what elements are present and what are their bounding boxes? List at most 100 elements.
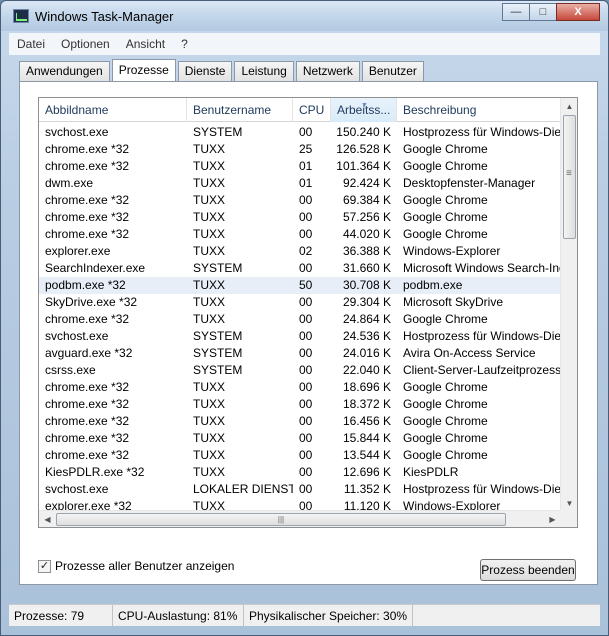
process-user: TUXX <box>193 159 226 173</box>
process-row[interactable]: chrome.exe *32 TUXX 00 57.256 K Google Chrom… <box>39 209 561 226</box>
maximize-button[interactable]: □ <box>529 3 557 21</box>
task-manager-window: Windows Task-Manager — □ X Datei Optione… <box>0 0 609 636</box>
process-row[interactable]: chrome.exe *32 TUXX 00 18.696 K Google Chrom… <box>39 379 561 396</box>
menu-optionen[interactable]: Optionen <box>53 33 118 55</box>
process-cpu: 00 <box>299 363 313 377</box>
show-all-users-option[interactable]: ✓ Prozesse aller Benutzer anzeigen <box>38 559 234 573</box>
process-row[interactable]: chrome.exe *32 TUXX 00 44.020 K Google Chrom… <box>39 226 561 243</box>
process-row[interactable]: podbm.exe *32 TUXX 50 30.708 K podbm.exe <box>39 277 561 294</box>
process-row[interactable]: chrome.exe *32 TUXX 25 126.528 K Google Chro… <box>39 141 561 158</box>
process-name: chrome.exe *32 <box>45 380 130 394</box>
process-user: TUXX <box>193 414 226 428</box>
process-description: Google Chrome <box>403 227 488 241</box>
column-header-arbeitsspeicher[interactable]: ▼ Arbeitss... <box>331 98 397 122</box>
process-user: TUXX <box>193 210 226 224</box>
window-title: Windows Task-Manager <box>35 9 174 24</box>
column-header-abbildname[interactable]: Abbildname <box>39 98 187 122</box>
vertical-scrollbar[interactable]: ▲ ▼ <box>560 98 577 512</box>
process-name: chrome.exe *32 <box>45 159 130 173</box>
scroll-right-arrow-icon[interactable]: ▶ <box>544 511 561 527</box>
process-memory: 29.304 K <box>342 295 391 309</box>
title-bar[interactable]: Windows Task-Manager — □ X <box>1 1 608 31</box>
process-name: chrome.exe *32 <box>45 448 130 462</box>
process-row[interactable]: avguard.exe *32 SYSTEM 00 24.016 K Avira On-… <box>39 345 561 362</box>
process-description: Desktopfenster-Manager <box>403 176 536 190</box>
process-name: avguard.exe *32 <box>45 346 133 360</box>
process-name: chrome.exe *32 <box>45 312 130 326</box>
process-memory: 126.528 K <box>336 142 391 156</box>
status-processes: Prozesse: 79 <box>9 605 113 626</box>
process-memory: 101.364 K <box>336 159 391 173</box>
tab-netzwerk[interactable]: Netzwerk <box>295 61 360 81</box>
process-user: SYSTEM <box>193 329 243 343</box>
process-description: Hostprozess für Windows-Dienste <box>403 125 561 139</box>
process-row[interactable]: chrome.exe *32 TUXX 00 13.544 K Google Chrom… <box>39 447 561 464</box>
process-row[interactable]: chrome.exe *32 TUXX 01 101.364 K Google Chro… <box>39 158 561 175</box>
process-name: chrome.exe *32 <box>45 210 130 224</box>
process-row[interactable]: chrome.exe *32 TUXX 00 69.384 K Google Chrom… <box>39 192 561 209</box>
process-description: Google Chrome <box>403 397 488 411</box>
process-cpu: 00 <box>299 227 313 241</box>
tab-anwendungen[interactable]: Anwendungen <box>19 61 110 81</box>
menu-datei[interactable]: Datei <box>9 33 53 55</box>
horizontal-scrollbar[interactable]: ◀ ||| ▶ <box>39 510 561 527</box>
show-all-users-checkbox[interactable]: ✓ <box>38 559 51 573</box>
process-memory: 12.696 K <box>342 465 391 479</box>
process-row[interactable]: csrss.exe SYSTEM 00 22.040 K Client-Server-L… <box>39 362 561 379</box>
process-user: TUXX <box>193 448 226 462</box>
process-user: SYSTEM <box>193 261 243 275</box>
process-memory: 92.424 K <box>342 176 391 190</box>
process-row[interactable]: SkyDrive.exe *32 TUXX 00 29.304 K Microsoft … <box>39 294 561 311</box>
process-cpu: 00 <box>299 380 313 394</box>
process-description: Google Chrome <box>403 448 488 462</box>
process-cpu: 01 <box>299 176 313 190</box>
column-header-beschreibung[interactable]: Beschreibung <box>397 98 561 122</box>
process-name: chrome.exe *32 <box>45 431 130 445</box>
process-row[interactable]: KiesPDLR.exe *32 TUXX 00 12.696 K KiesPDLR <box>39 464 561 481</box>
process-cpu: 00 <box>299 329 313 343</box>
status-physical-memory: Physikalischer Speicher: 30% <box>244 605 414 626</box>
process-description: Hostprozess für Windows-Dienste <box>403 329 561 343</box>
process-row[interactable]: svchost.exe SYSTEM 00 24.536 K Hostprozess f… <box>39 328 561 345</box>
scroll-left-arrow-icon[interactable]: ◀ <box>39 511 56 527</box>
process-cpu: 00 <box>299 448 313 462</box>
process-user: LOKALER DIENST <box>193 482 293 496</box>
process-memory: 13.544 K <box>342 448 391 462</box>
process-row[interactable]: chrome.exe *32 TUXX 00 24.864 K Google Chrom… <box>39 311 561 328</box>
vertical-scroll-thumb[interactable] <box>563 115 576 239</box>
process-cpu: 00 <box>299 397 313 411</box>
process-user: TUXX <box>193 278 226 292</box>
process-row[interactable]: SearchIndexer.exe SYSTEM 00 31.660 K Microso… <box>39 260 561 277</box>
process-row[interactable]: chrome.exe *32 TUXX 00 18.372 K Google Chrom… <box>39 396 561 413</box>
tab-leistung[interactable]: Leistung <box>234 61 294 81</box>
process-description: Google Chrome <box>403 312 488 326</box>
process-row[interactable]: svchost.exe SYSTEM 00 150.240 K Hostprozess … <box>39 124 561 141</box>
process-row[interactable]: dwm.exe TUXX 01 92.424 K Desktopfenster-Mana… <box>39 175 561 192</box>
process-cpu: 00 <box>299 210 313 224</box>
horizontal-scroll-thumb[interactable]: ||| <box>56 513 506 526</box>
column-header-cpu[interactable]: CPU <box>293 98 331 122</box>
tab-prozesse[interactable]: Prozesse <box>111 59 176 81</box>
close-button[interactable]: X <box>556 3 600 21</box>
process-user: TUXX <box>193 465 226 479</box>
process-memory: 24.536 K <box>342 329 391 343</box>
process-cpu: 25 <box>299 142 313 156</box>
tab-benutzer[interactable]: Benutzer <box>361 61 424 81</box>
scroll-up-arrow-icon[interactable]: ▲ <box>561 98 577 115</box>
process-memory: 31.660 K <box>342 261 391 275</box>
process-description: Hostprozess für Windows-Dienste <box>403 482 561 496</box>
tab-dienste[interactable]: Dienste <box>177 61 233 81</box>
process-description: Google Chrome <box>403 380 488 394</box>
process-name: SkyDrive.exe *32 <box>45 295 138 309</box>
minimize-button[interactable]: — <box>502 3 530 21</box>
process-row[interactable]: explorer.exe TUXX 02 36.388 K Windows-Explor… <box>39 243 561 260</box>
end-process-button[interactable]: Prozess beenden <box>480 559 576 581</box>
process-description: Google Chrome <box>403 159 488 173</box>
process-cpu: 02 <box>299 244 313 258</box>
process-row[interactable]: chrome.exe *32 TUXX 00 15.844 K Google Chrom… <box>39 430 561 447</box>
column-header-benutzername[interactable]: Benutzername <box>187 98 293 122</box>
process-row[interactable]: svchost.exe LOKALER DIENST 00 11.352 K Hostp… <box>39 481 561 498</box>
process-row[interactable]: chrome.exe *32 TUXX 00 16.456 K Google Chrom… <box>39 413 561 430</box>
menu-help[interactable]: ? <box>173 33 196 55</box>
menu-ansicht[interactable]: Ansicht <box>118 33 173 55</box>
